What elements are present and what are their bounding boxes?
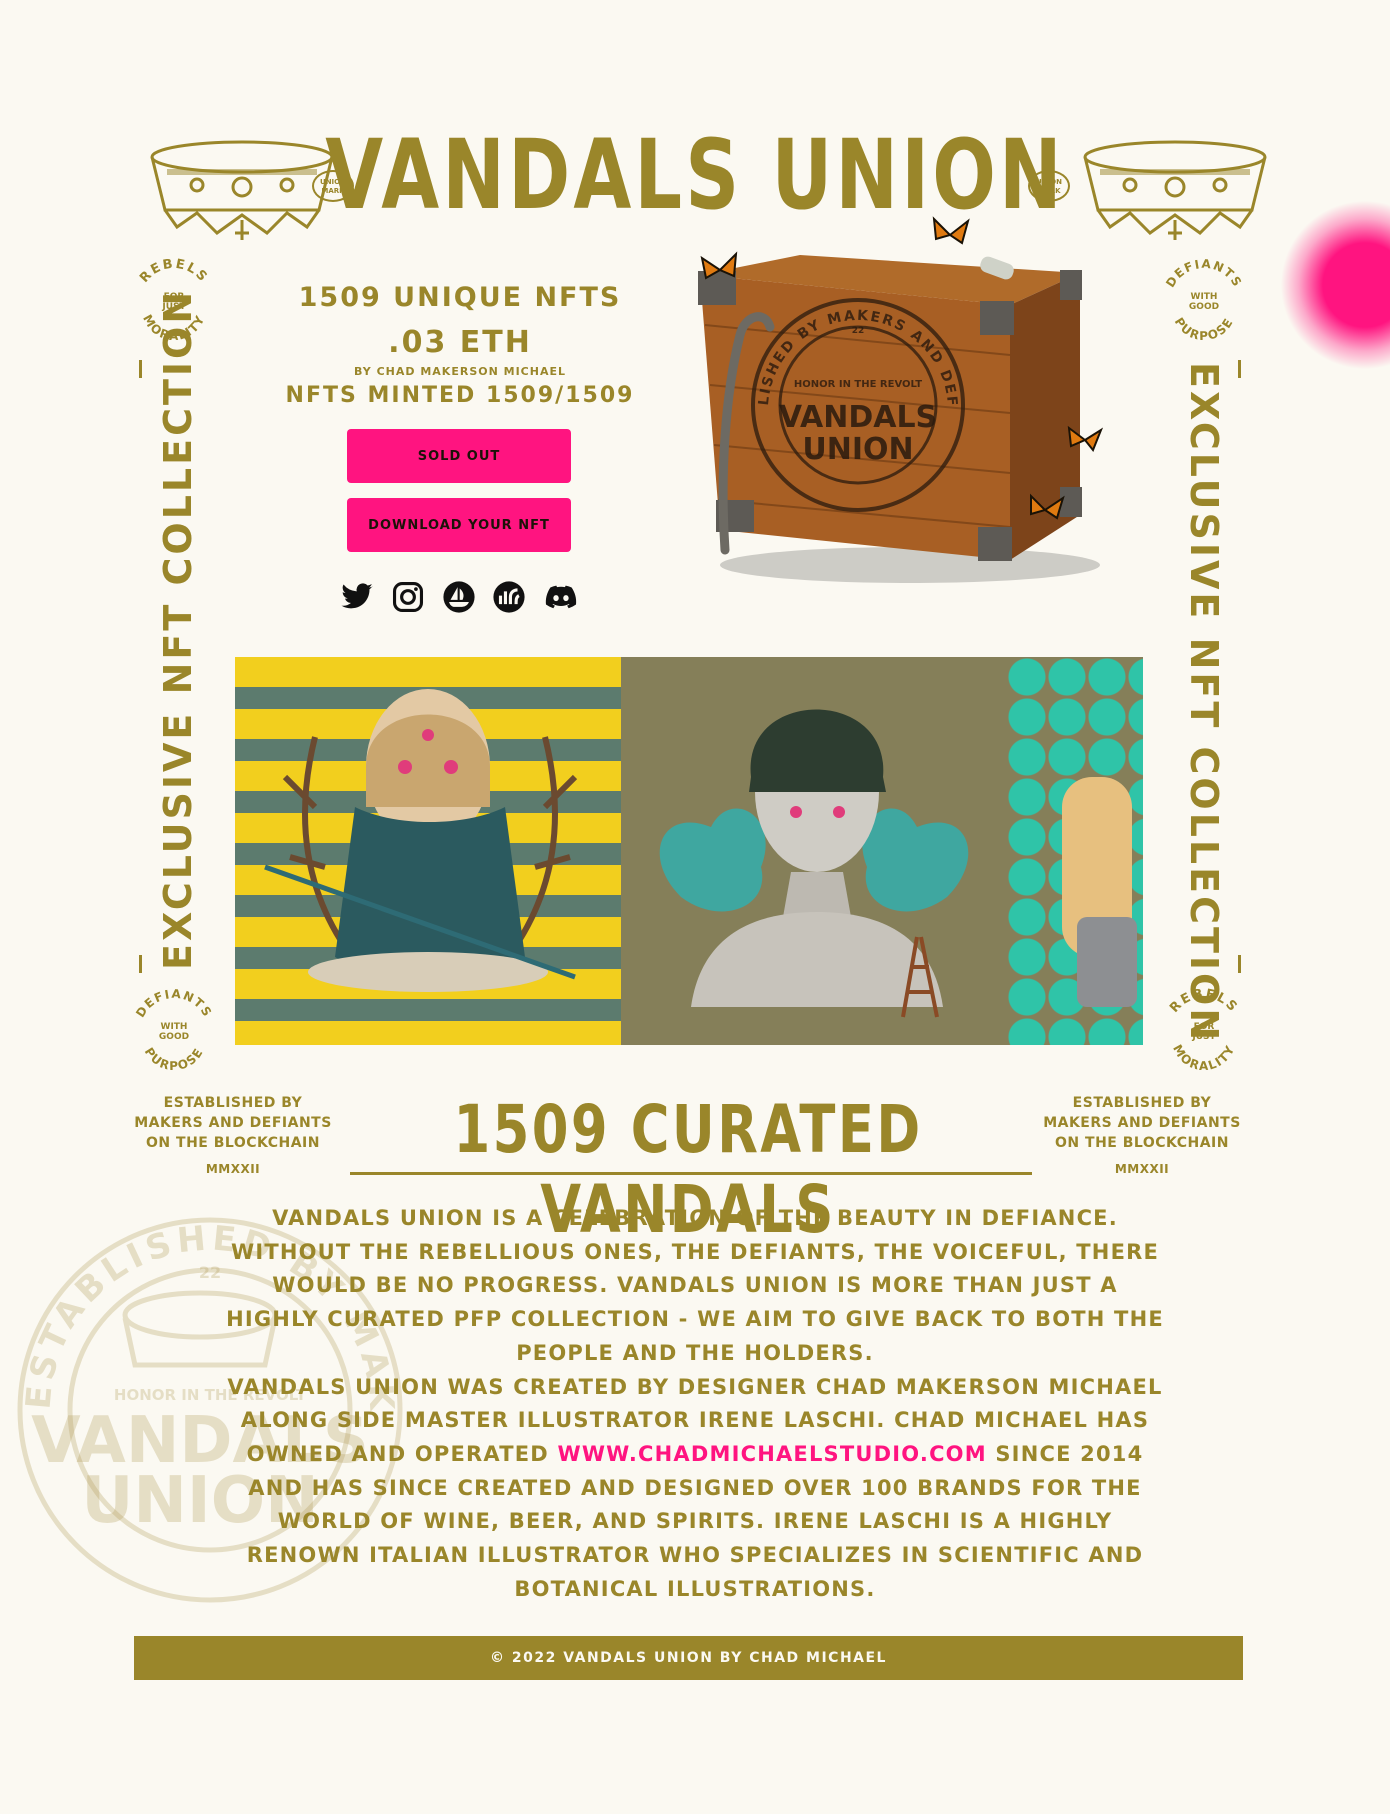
footer-copyright: © 2022 VANDALS UNION BY CHAD MICHAEL — [134, 1636, 1243, 1680]
nft-preview-3 — [1007, 657, 1143, 1045]
established-note-left: ESTABLISHED BY MAKERS AND DEFIANTS ON TH… — [134, 1095, 332, 1176]
nft-preview-2 — [621, 657, 1007, 1045]
instagram-icon[interactable] — [391, 580, 425, 614]
established-note-right: ESTABLISHED BY MAKERS AND DEFIANTS ON TH… — [1043, 1095, 1241, 1176]
site-title: VANDALS UNION — [325, 119, 1065, 231]
svg-text:REBELS: REBELS — [1167, 988, 1241, 1016]
right-rule-top — [1238, 360, 1241, 378]
about-text: Vandals Union is a celebration of the be… — [225, 1202, 1165, 1606]
studio-link[interactable]: www.chadmichaelstudio.com — [557, 1442, 986, 1466]
left-rule-bottom — [139, 955, 142, 973]
crate-line1: VANDALS — [779, 400, 937, 435]
download-nft-button[interactable]: DOWNLOAD YOUR NFT — [347, 498, 571, 552]
sold-out-button[interactable]: SOLD OUT — [347, 429, 571, 483]
watermark-num: 22 — [199, 1263, 221, 1282]
svg-text:REBELS: REBELS — [137, 258, 211, 286]
right-vertical-tagline: EXCLUSIVE NFT COLLECTION — [1182, 362, 1226, 1044]
discord-icon[interactable] — [544, 580, 578, 614]
svg-text:DEFIANTS: DEFIANTS — [1163, 258, 1245, 290]
curated-underline — [350, 1172, 1032, 1175]
right-rule-bottom — [1238, 955, 1241, 973]
spray-paint-decoration — [1280, 200, 1390, 370]
crate-num: 22 — [852, 326, 865, 336]
about-paragraph-2: Vandals Union was created by designer Ch… — [227, 1374, 1163, 1601]
mint-price: .03 ETH — [388, 325, 532, 360]
left-vertical-tagline: EXCLUSIVE NFT COLLECTION — [156, 288, 200, 970]
opensea-icon[interactable] — [442, 580, 476, 614]
nft-preview-1 — [235, 657, 621, 1045]
svg-text:PURPOSE: PURPOSE — [1172, 315, 1236, 343]
svg-text:DEFIANTS: DEFIANTS — [133, 988, 215, 1020]
looksrare-icon[interactable] — [492, 580, 526, 614]
left-rule-top — [139, 360, 142, 378]
badge-defiants-top-right: DEFIANTS PURPOSE WITH GOOD — [1163, 257, 1245, 344]
twitter-icon[interactable] — [340, 580, 374, 614]
about-paragraph-1: Vandals Union is a celebration of the be… — [226, 1206, 1164, 1365]
badge-defiants-bottom-left: DEFIANTS PURPOSE WITH GOOD — [133, 987, 215, 1074]
svg-text:MORALITY: MORALITY — [1170, 1042, 1238, 1073]
badge-rebels-bottom-right: REBELS MORALITY FOR JUST — [1167, 987, 1241, 1074]
crate-line2: UNION — [802, 432, 913, 467]
crate-illustration: ESTABLISHED BY MAKERS AND DEFIANTS HONOR… — [673, 203, 1120, 595]
unique-count: 1509 UNIQUE NFTS — [298, 282, 622, 313]
svg-text:PURPOSE: PURPOSE — [142, 1045, 206, 1073]
nft-preview-banner — [235, 657, 1143, 1045]
creator-credit: BY CHAD MAKERSON MICHAEL — [354, 365, 566, 378]
crate-small-text: HONOR IN THE REVOLT — [794, 379, 922, 390]
minted-count: NFTS MINTED 1509/1509 — [285, 383, 635, 408]
